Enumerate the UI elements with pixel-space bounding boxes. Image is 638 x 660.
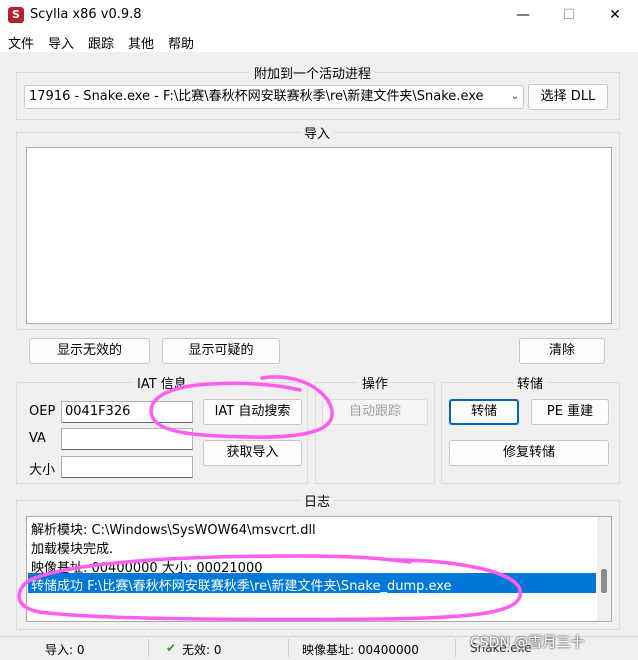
log-scrollbar-thumb[interactable]: [601, 569, 607, 593]
chevron-down-icon[interactable]: ⌄: [507, 86, 523, 108]
check-icon: ✔: [166, 641, 177, 655]
menu-misc[interactable]: 其他: [128, 33, 154, 52]
process-combobox-value: 17916 - Snake.exe - F:\比赛\春秋杯网安联赛秋季\re\新…: [29, 89, 484, 104]
actions-group: [315, 382, 435, 484]
log-line[interactable]: 解析模块: C:\Windows\SysWOW64\msvcrt.dll: [31, 519, 316, 538]
menu-help[interactable]: 帮助: [168, 33, 194, 52]
log-line[interactable]: 加载模块完成.: [31, 538, 113, 557]
size-label: 大小: [29, 463, 56, 478]
iat-info-group-title: IAT 信息: [133, 373, 191, 392]
pick-dll-button[interactable]: 选择 DLL: [528, 84, 608, 110]
oep-label: OEP: [29, 404, 56, 419]
imports-group-title: 导入: [300, 123, 335, 142]
process-combobox[interactable]: 17916 - Snake.exe - F:\比赛\春秋杯网安联赛秋季\re\新…: [24, 85, 524, 109]
log-scrollbar[interactable]: [597, 517, 611, 621]
dump-group-title: 转储: [513, 373, 548, 392]
pe-rebuild-button[interactable]: PE 重建: [531, 399, 609, 425]
app-icon: S: [8, 7, 24, 23]
window-title: Scylla x86 v0.9.8: [30, 7, 142, 22]
dump-button[interactable]: 转储: [449, 399, 519, 425]
size-field[interactable]: [61, 456, 193, 478]
close-button[interactable]: ✕: [592, 0, 638, 30]
watermark: CSDN @雪月三十: [470, 635, 585, 651]
log-group-title: 日志: [300, 491, 335, 510]
menu-imports[interactable]: 导入: [48, 33, 74, 52]
status-imagebase: 映像基址: 00400000: [302, 643, 419, 657]
actions-group-title: 操作: [358, 373, 393, 392]
status-divider: [288, 639, 289, 657]
status-divider: [148, 639, 149, 657]
autotrace-button[interactable]: 自动跟踪: [322, 399, 428, 425]
maximize-button[interactable]: ☐: [546, 0, 592, 30]
get-imports-button[interactable]: 获取导入: [203, 440, 302, 466]
status-invalid: 无效: 0: [182, 643, 222, 657]
oep-field[interactable]: 0041F326: [61, 401, 193, 423]
show-suspect-button[interactable]: 显示可疑的: [162, 338, 280, 364]
log-list[interactable]: 解析模块: C:\Windows\SysWOW64\msvcrt.dll 加载模…: [26, 516, 612, 622]
imports-tree[interactable]: [26, 147, 612, 324]
show-invalid-button[interactable]: 显示无效的: [29, 338, 150, 364]
fix-dump-button[interactable]: 修复转储: [449, 440, 609, 466]
dump-group: [441, 382, 620, 484]
clear-button[interactable]: 清除: [519, 338, 605, 364]
status-divider: [455, 639, 456, 657]
iat-autosearch-button[interactable]: IAT 自动搜索: [203, 399, 302, 425]
attach-group-title: 附加到一个活动进程: [250, 63, 376, 82]
va-field[interactable]: [61, 428, 193, 450]
minimize-button[interactable]: —: [500, 0, 546, 30]
va-label: VA: [29, 431, 46, 446]
menu-file[interactable]: 文件: [8, 33, 34, 52]
log-line-selected[interactable]: 转储成功 F:\比赛\春秋杯网安联赛秋季\re\新建文件夹\Snake_dump…: [31, 575, 452, 594]
menu-trace[interactable]: 跟踪: [88, 33, 114, 52]
status-imports: 导入: 0: [45, 643, 85, 657]
